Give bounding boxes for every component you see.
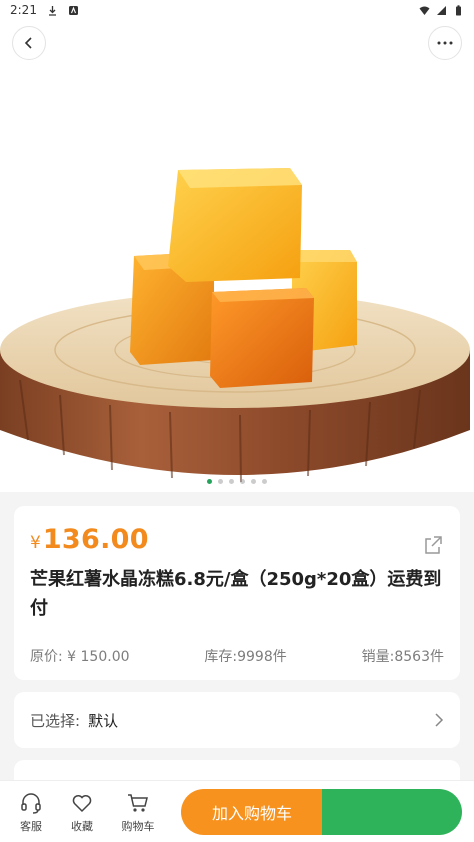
app-notification-icon — [68, 5, 78, 15]
product-meta-row: 原价: ¥ 150.00 库存:9998件 销量:8563件 — [30, 646, 444, 666]
battery-icon — [456, 4, 461, 15]
headset-icon — [21, 793, 41, 814]
cart-label: 购物车 — [121, 820, 155, 833]
heart-icon — [72, 795, 92, 813]
selected-label: 已选择: — [30, 711, 81, 730]
buy-now-button[interactable] — [322, 789, 462, 835]
status-bar: 2:21 — [0, 0, 474, 20]
download-icon — [48, 5, 56, 16]
favorite-label: 收藏 — [71, 820, 93, 833]
customer-service-label: 客服 — [20, 820, 42, 833]
carousel-indicator — [0, 479, 474, 484]
share-icon[interactable] — [422, 534, 444, 556]
carousel-dot[interactable] — [218, 479, 223, 484]
carousel-dot[interactable] — [229, 479, 234, 484]
status-time: 2:21 — [10, 3, 37, 17]
shopping-cart-icon — [128, 794, 148, 812]
chevron-right-icon — [435, 713, 444, 727]
product-info-card: ¥ 136.00 芒果红薯水晶冻糕6.8元/盒（250g*20盒）运费到付 原价… — [14, 506, 460, 680]
original-price: 原价: ¥ 150.00 — [30, 649, 130, 665]
price-row: ¥ 136.00 — [30, 524, 444, 555]
add-to-cart-button[interactable]: 加入购物车 — [181, 789, 323, 835]
carousel-dot[interactable] — [240, 479, 245, 484]
stock-count: 库存:9998件 — [204, 649, 287, 665]
currency-symbol: ¥ — [30, 533, 41, 553]
product-photo — [0, 168, 470, 483]
chevron-left-icon — [24, 37, 32, 49]
bottom-action-bar: 客服 收藏 购物车 加入购物车 — [0, 780, 474, 842]
wifi-icon — [419, 6, 430, 15]
current-price: 136.00 — [42, 524, 149, 555]
back-button[interactable] — [12, 26, 46, 60]
customer-service-tab[interactable]: 客服 — [6, 791, 56, 834]
more-dots-icon — [437, 41, 453, 45]
product-title: 芒果红薯水晶冻糕6.8元/盒（250g*20盒）运费到付 — [30, 569, 442, 619]
cart-tab[interactable]: 购物车 — [113, 791, 163, 834]
spec-selector[interactable]: 已选择: 默认 — [14, 692, 460, 748]
favorite-tab[interactable]: 收藏 — [57, 791, 107, 834]
sales-count: 销量:8563件 — [361, 649, 444, 665]
more-options-button[interactable] — [428, 26, 462, 60]
product-image-carousel[interactable] — [0, 0, 474, 492]
signal-icon — [437, 5, 446, 15]
carousel-dot[interactable] — [251, 479, 256, 484]
carousel-dot[interactable] — [262, 479, 267, 484]
selected-value: 默认 — [88, 711, 119, 730]
carousel-dot[interactable] — [207, 479, 212, 484]
